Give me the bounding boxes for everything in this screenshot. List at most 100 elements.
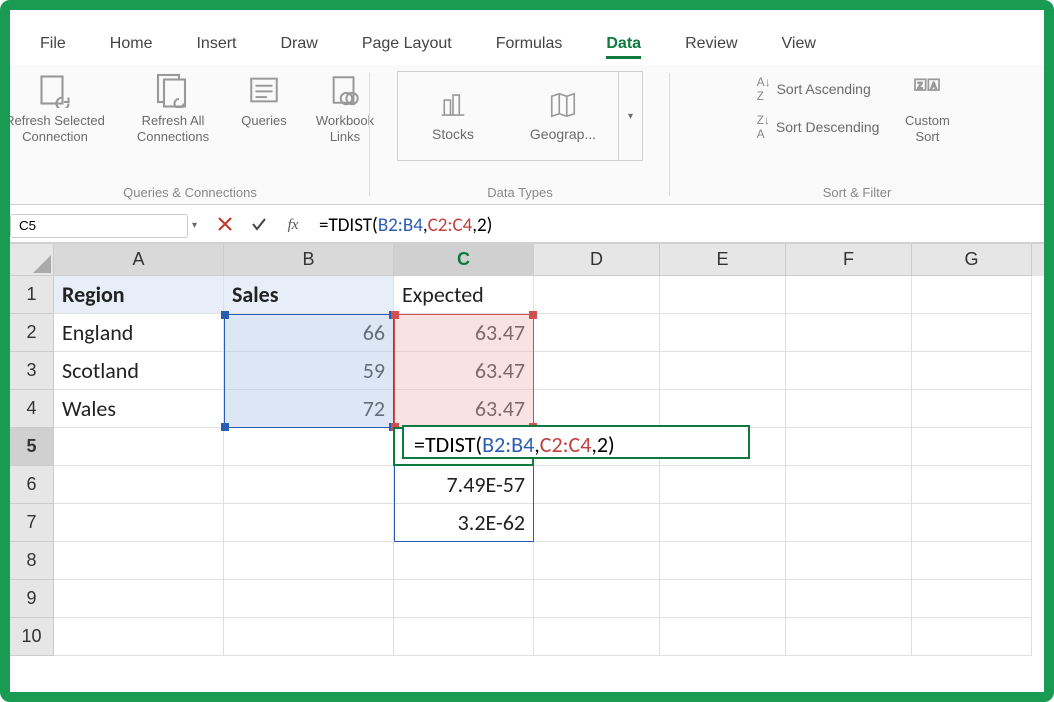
name-box[interactable]	[10, 214, 188, 238]
cell-E2[interactable]	[660, 314, 786, 352]
rowhdr-5[interactable]: 5	[10, 428, 54, 466]
cell-G10[interactable]	[912, 618, 1032, 656]
queries-button[interactable]: Queries	[236, 71, 292, 129]
colhdr-G[interactable]: G	[912, 244, 1032, 276]
cell-F2[interactable]	[786, 314, 912, 352]
cancel-formula-button[interactable]	[215, 216, 235, 235]
cell-E8[interactable]	[660, 542, 786, 580]
tab-draw[interactable]: Draw	[258, 27, 339, 65]
formula-bar[interactable]: =TDIST(B2:B4,C2:C4,2)	[313, 214, 1044, 238]
sort-ascending-button[interactable]: A↓Z Sort Ascending	[757, 75, 880, 103]
sort-descending-button[interactable]: Z↓A Sort Descending	[757, 113, 880, 141]
refresh-all-button[interactable]: Refresh All Connections	[128, 71, 218, 146]
cell-A10[interactable]	[54, 618, 224, 656]
cell-D9[interactable]	[534, 580, 660, 618]
cell-A5[interactable]	[54, 428, 224, 466]
enter-formula-button[interactable]	[249, 215, 269, 236]
rowhdr-3[interactable]: 3	[10, 352, 54, 390]
cell-A2[interactable]: England	[54, 314, 224, 352]
cell-G3[interactable]	[912, 352, 1032, 390]
cell-C2[interactable]: 63.47	[394, 314, 534, 352]
rowhdr-7[interactable]: 7	[10, 504, 54, 542]
namebox-dropdown-icon[interactable]: ▾	[192, 220, 197, 231]
cell-B5[interactable]	[224, 428, 394, 466]
cell-D2[interactable]	[534, 314, 660, 352]
cell-G5[interactable]	[912, 428, 1032, 466]
cell-A7[interactable]	[54, 504, 224, 542]
cell-F4[interactable]	[786, 390, 912, 428]
cell-B4[interactable]: 72	[224, 390, 394, 428]
cell-F7[interactable]	[786, 504, 912, 542]
cell-D1[interactable]	[534, 276, 660, 314]
colhdr-D[interactable]: D	[534, 244, 660, 276]
cell-E6[interactable]	[660, 466, 786, 504]
cell-G6[interactable]	[912, 466, 1032, 504]
cell-C6[interactable]: 7.49E-57	[394, 466, 534, 504]
rowhdr-2[interactable]: 2	[10, 314, 54, 352]
rowhdr-1[interactable]: 1	[10, 276, 54, 314]
cell-C4[interactable]: 63.47	[394, 390, 534, 428]
cell-E3[interactable]	[660, 352, 786, 390]
cell-F6[interactable]	[786, 466, 912, 504]
refresh-selected-button[interactable]: Refresh Selected Connection	[0, 71, 110, 146]
in-cell-formula-editor[interactable]: =TDIST(B2:B4,C2:C4,2)	[402, 425, 750, 459]
cell-C8[interactable]	[394, 542, 534, 580]
rowhdr-10[interactable]: 10	[10, 618, 54, 656]
cell-D8[interactable]	[534, 542, 660, 580]
cell-G2[interactable]	[912, 314, 1032, 352]
cell-C9[interactable]	[394, 580, 534, 618]
datatype-expand[interactable]: ▾	[618, 72, 642, 160]
tab-formulas[interactable]: Formulas	[474, 27, 585, 65]
select-all-corner[interactable]	[10, 244, 54, 276]
tab-insert[interactable]: Insert	[174, 27, 258, 65]
rowhdr-9[interactable]: 9	[10, 580, 54, 618]
cell-A1[interactable]: Region	[54, 276, 224, 314]
rowhdr-6[interactable]: 6	[10, 466, 54, 504]
tab-view[interactable]: View	[760, 27, 838, 65]
cell-B10[interactable]	[224, 618, 394, 656]
cell-B6[interactable]	[224, 466, 394, 504]
cell-F9[interactable]	[786, 580, 912, 618]
cell-E7[interactable]	[660, 504, 786, 542]
cell-C7[interactable]: 3.2E-62	[394, 504, 534, 542]
rowhdr-8[interactable]: 8	[10, 542, 54, 580]
cell-F8[interactable]	[786, 542, 912, 580]
cell-E4[interactable]	[660, 390, 786, 428]
cell-B7[interactable]	[224, 504, 394, 542]
cell-F10[interactable]	[786, 618, 912, 656]
cell-G1[interactable]	[912, 276, 1032, 314]
colhdr-F[interactable]: F	[786, 244, 912, 276]
colhdr-C[interactable]: C	[394, 244, 534, 276]
colhdr-E[interactable]: E	[660, 244, 786, 276]
cell-C3[interactable]: 63.47	[394, 352, 534, 390]
cell-A4[interactable]: Wales	[54, 390, 224, 428]
cell-B2[interactable]: 66	[224, 314, 394, 352]
cell-G9[interactable]	[912, 580, 1032, 618]
cell-E10[interactable]	[660, 618, 786, 656]
cell-A3[interactable]: Scotland	[54, 352, 224, 390]
rowhdr-4[interactable]: 4	[10, 390, 54, 428]
custom-sort-button[interactable]: ZA Custom Sort	[897, 71, 957, 146]
tab-review[interactable]: Review	[663, 27, 759, 65]
cell-E9[interactable]	[660, 580, 786, 618]
cell-F3[interactable]	[786, 352, 912, 390]
tab-home[interactable]: Home	[88, 27, 175, 65]
cell-F1[interactable]	[786, 276, 912, 314]
cell-D4[interactable]	[534, 390, 660, 428]
insert-function-button[interactable]: fx	[283, 217, 303, 234]
cell-E1[interactable]	[660, 276, 786, 314]
cell-D7[interactable]	[534, 504, 660, 542]
cell-D6[interactable]	[534, 466, 660, 504]
cell-C10[interactable]	[394, 618, 534, 656]
cell-G8[interactable]	[912, 542, 1032, 580]
cell-A8[interactable]	[54, 542, 224, 580]
cell-D3[interactable]	[534, 352, 660, 390]
colhdr-A[interactable]: A	[54, 244, 224, 276]
cell-A6[interactable]	[54, 466, 224, 504]
cell-D10[interactable]	[534, 618, 660, 656]
cell-B9[interactable]	[224, 580, 394, 618]
cell-B8[interactable]	[224, 542, 394, 580]
cell-B3[interactable]: 59	[224, 352, 394, 390]
tab-file[interactable]: File	[18, 27, 88, 65]
cell-F5[interactable]	[786, 428, 912, 466]
